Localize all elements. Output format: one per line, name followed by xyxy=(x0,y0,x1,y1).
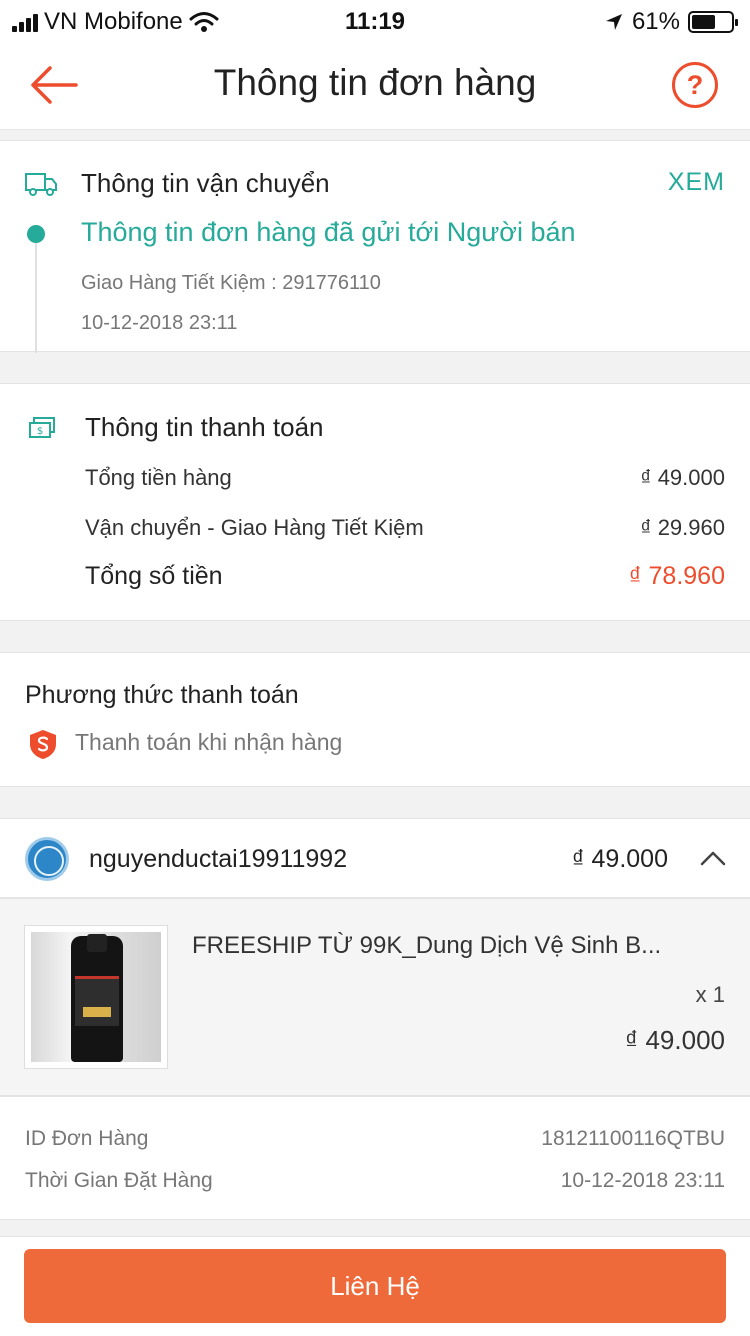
product-price: ₫ 49.000 xyxy=(624,1025,725,1055)
chevron-up-icon[interactable] xyxy=(700,849,726,867)
order-time-row: Thời Gian Đặt Hàng 10-12-2018 23:11 xyxy=(25,1169,725,1193)
battery-icon xyxy=(688,11,738,33)
status-right: 61% xyxy=(604,8,738,36)
money-icon: $ xyxy=(29,417,55,438)
shipping-info-card: Thông tin vận chuyển XEM Thông tin đơn h… xyxy=(0,140,750,353)
product-thumbnail[interactable] xyxy=(24,925,168,1069)
battery-percent: 61% xyxy=(631,8,680,35)
subtotal-value: ₫ 49.000 xyxy=(640,465,725,490)
subtotal-row: Tổng tiền hàng ₫ 49.000 xyxy=(85,465,725,491)
order-id-value: 18121100116QTBU xyxy=(541,1127,725,1150)
subtotal-label: Tổng tiền hàng xyxy=(85,465,232,490)
payment-method-title: Phương thức thanh toán xyxy=(25,681,299,709)
total-value: ₫ 78.960 xyxy=(628,562,725,590)
bottle-graphic xyxy=(71,934,123,1062)
shield-icon xyxy=(30,730,56,759)
order-id-label: ID Đơn Hàng xyxy=(25,1127,149,1150)
payment-method-value: Thanh toán khi nhận hàng xyxy=(75,729,343,755)
shipping-date: 10-12-2018 23:11 xyxy=(81,312,238,334)
help-button[interactable]: ? xyxy=(672,62,718,108)
product-quantity: x 1 xyxy=(695,982,725,1007)
footer-bar: Liên Hệ xyxy=(0,1236,750,1336)
product-name[interactable]: FREESHIP TỪ 99K_Dung Dịch Vệ Sinh B... xyxy=(192,932,726,960)
nav-bar: Thông tin đơn hàng ? xyxy=(0,40,750,130)
timeline-line xyxy=(35,243,37,353)
order-details-card: ID Đơn Hàng 18121100116QTBU Thời Gian Đặ… xyxy=(0,1096,750,1220)
shipping-fee-value: ₫ 29.960 xyxy=(640,515,725,540)
shipping-fee-row: Vận chuyển - Giao Hàng Tiết Kiệm ₫ 29.96… xyxy=(85,515,725,541)
location-arrow-icon xyxy=(605,14,622,30)
order-id-row: ID Đơn Hàng 18121100116QTBU xyxy=(25,1127,725,1151)
product-image xyxy=(31,932,161,1062)
battery-fill xyxy=(692,15,716,29)
page-title: Thông tin đơn hàng xyxy=(213,62,537,103)
payment-info-card: $ Thông tin thanh toán Tổng tiền hàng ₫ … xyxy=(0,383,750,621)
order-time-label: Thời Gian Đặt Hàng xyxy=(25,1169,213,1192)
view-shipping-link[interactable]: XEM xyxy=(668,168,725,197)
shop-avatar[interactable] xyxy=(25,837,69,881)
shipping-fee-label: Vận chuyển - Giao Hàng Tiết Kiệm xyxy=(85,515,424,540)
total-label: Tổng số tiền xyxy=(85,562,223,590)
product-item[interactable]: FREESHIP TỪ 99K_Dung Dịch Vệ Sinh B... x… xyxy=(0,898,750,1096)
shipping-carrier: Giao Hàng Tiết Kiệm : 291776110 xyxy=(81,272,381,294)
truck-icon xyxy=(25,173,57,196)
shipping-title: Thông tin vận chuyển xyxy=(81,168,330,198)
payment-method-card: Phương thức thanh toán Thanh toán khi nh… xyxy=(0,652,750,787)
timeline-dot xyxy=(27,225,45,243)
shipping-status: Thông tin đơn hàng đã gửi tới Người bán xyxy=(81,217,576,247)
shop-total: ₫ 49.000 xyxy=(571,845,668,873)
payment-info-title: Thông tin thanh toán xyxy=(85,412,324,442)
order-time-value: 10-12-2018 23:11 xyxy=(560,1169,725,1192)
shop-name[interactable]: nguyenductai19911992 xyxy=(89,845,347,874)
shop-header[interactable]: nguyenductai19911992 ₫ 49.000 xyxy=(0,818,750,898)
status-bar: VN Mobifone 11:19 61% xyxy=(0,0,750,40)
svg-text:$: $ xyxy=(37,426,43,437)
contact-button[interactable]: Liên Hệ xyxy=(24,1249,726,1323)
total-row: Tổng số tiền ₫ 78.960 xyxy=(85,562,725,591)
